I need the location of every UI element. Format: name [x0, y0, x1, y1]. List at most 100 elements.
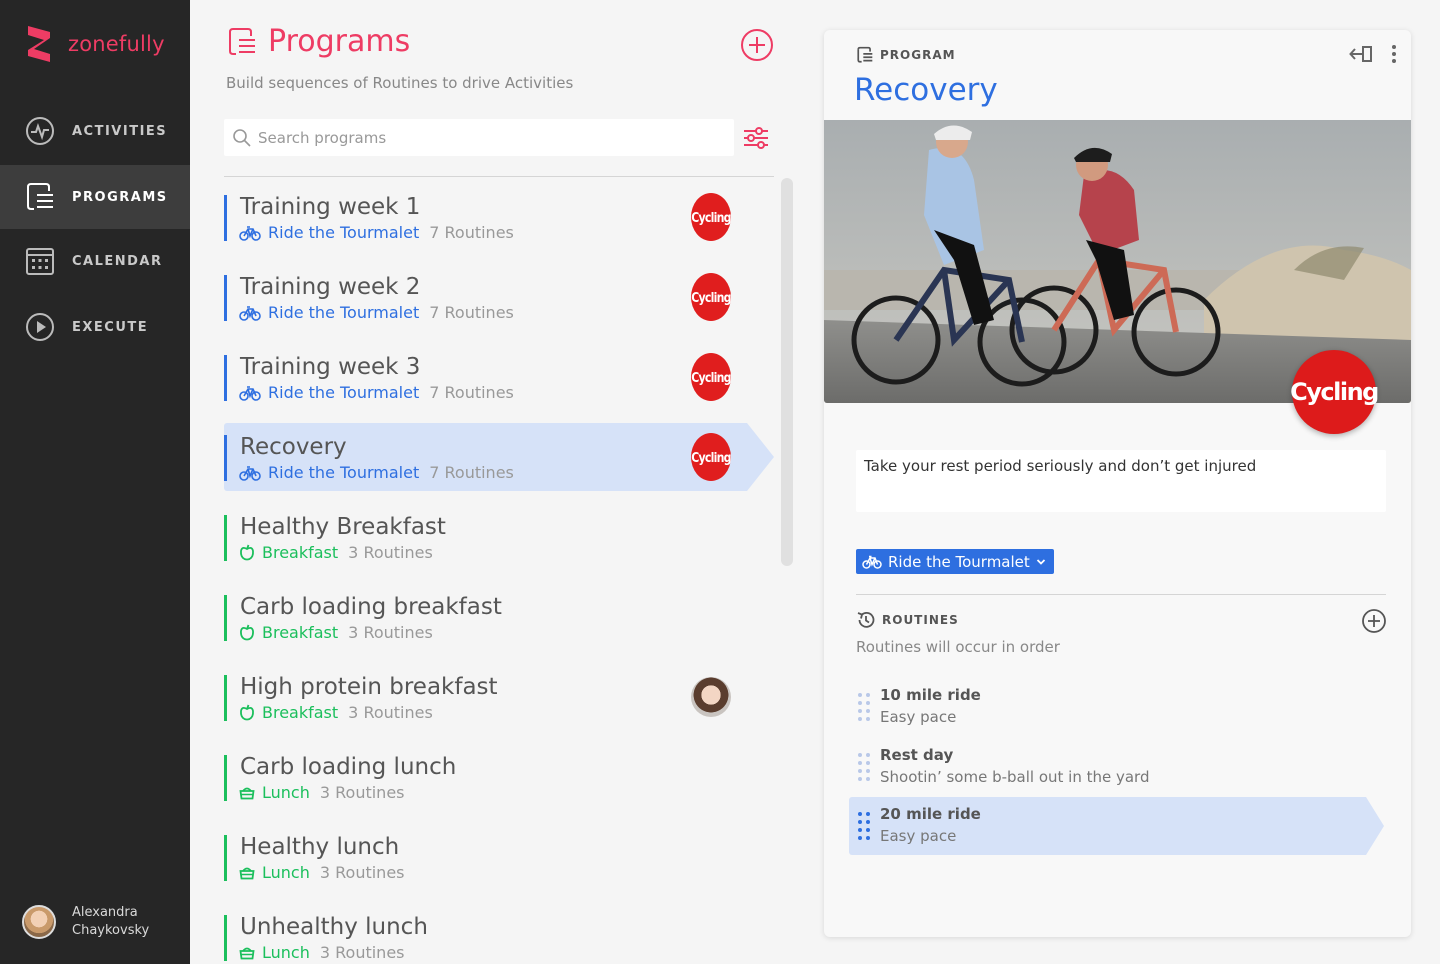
user-first-name: Alexandra	[72, 905, 138, 920]
routines-subtitle: Routines will occur in order	[856, 638, 1060, 656]
program-category[interactable]: Breakfast	[262, 703, 338, 722]
routine-count: 3 Routines	[319, 783, 405, 802]
program-list-item[interactable]: Unhealthy lunch Lunch 3 Routines	[224, 903, 774, 964]
cycling-logo-badge: Cycling	[1290, 350, 1379, 434]
program-name: Carb loading breakfast	[240, 594, 502, 620]
routine-count: 7 Routines	[429, 223, 514, 242]
more-options-icon[interactable]	[1391, 44, 1397, 64]
category-color-bar	[224, 515, 227, 561]
drag-handle-icon[interactable]	[857, 811, 871, 841]
search-input[interactable]	[258, 128, 718, 147]
category-color-bar	[224, 195, 227, 241]
program-meta: Ride the Tourmalet 7 Routines	[239, 303, 514, 322]
programs-panel: Programs Build sequences of Routines to …	[190, 0, 800, 964]
program-list-item[interactable]: High protein breakfast Breakfast 3 Routi…	[224, 663, 774, 743]
program-name: Training week 3	[240, 354, 421, 380]
program-description[interactable]: Take your rest period seriously and don’…	[856, 450, 1386, 512]
routine-description: Shootin’ some b-ball out in the yard	[880, 768, 1150, 786]
page-title: Programs	[268, 24, 411, 59]
routine-item[interactable]: 20 mile ride Easy pace	[849, 797, 1389, 855]
program-meta: Breakfast 3 Routines	[239, 543, 433, 562]
routine-count: 3 Routines	[348, 623, 433, 642]
routine-name: 20 mile ride	[880, 805, 981, 823]
program-category[interactable]: Lunch	[262, 863, 310, 882]
program-list-item[interactable]: Healthy lunch Lunch 3 Routines	[224, 823, 774, 903]
routine-count: 7 Routines	[429, 463, 514, 482]
program-name: Carb loading lunch	[240, 754, 457, 780]
program-category[interactable]: Lunch	[262, 783, 310, 802]
program-name: High protein breakfast	[240, 674, 498, 700]
drag-handle-icon[interactable]	[857, 692, 871, 722]
logo[interactable]: zonefully	[24, 22, 165, 66]
program-name: Healthy lunch	[240, 834, 400, 860]
routine-item[interactable]: Rest day Shootin’ some b-ball out in the…	[849, 738, 1389, 796]
filter-icon[interactable]	[742, 124, 770, 152]
nav-label: PROGRAMS	[72, 189, 168, 205]
routine-item[interactable]: 10 mile ride Easy pace	[849, 678, 1389, 736]
nav-label: ACTIVITIES	[72, 123, 168, 139]
program-category[interactable]: Ride the Tourmalet	[268, 223, 419, 242]
activity-icon	[24, 115, 56, 147]
detail-actions	[1349, 44, 1397, 64]
programs-icon	[857, 46, 873, 63]
apple-icon	[240, 704, 254, 721]
program-category[interactable]: Ride the Tourmalet	[268, 383, 419, 402]
routine-count: 7 Routines	[429, 303, 514, 322]
add-program-button[interactable]	[740, 28, 774, 62]
program-list-item[interactable]: Recovery Ride the Tourmalet 7 Routines C…	[224, 423, 774, 503]
nav-programs[interactable]: PROGRAMS	[0, 165, 190, 229]
program-meta: Lunch 3 Routines	[239, 943, 405, 962]
program-list-item[interactable]: Carb loading breakfast Breakfast 3 Routi…	[224, 583, 774, 663]
category-dropdown[interactable]: Ride the Tourmalet	[856, 549, 1054, 574]
program-list-item[interactable]: Training week 3 Ride the Tourmalet 7 Rou…	[224, 343, 774, 423]
bike-icon	[239, 385, 261, 401]
nav-label: CALENDAR	[72, 253, 163, 269]
routine-count: 7 Routines	[429, 383, 514, 402]
avatar	[691, 677, 731, 717]
page-header: Programs	[226, 24, 410, 59]
routines-header: ROUTINES	[856, 610, 959, 630]
programs-icon	[229, 27, 255, 55]
search-box	[224, 119, 734, 156]
add-routine-button[interactable]	[1361, 608, 1387, 634]
nav-execute[interactable]: EXECUTE	[0, 295, 190, 359]
cycling-logo-badge: Cycling	[691, 353, 732, 401]
program-category[interactable]: Ride the Tourmalet	[268, 303, 419, 322]
program-meta: Breakfast 3 Routines	[239, 623, 433, 642]
program-list-item[interactable]: Training week 1 Ride the Tourmalet 7 Rou…	[224, 183, 774, 263]
user-profile[interactable]: Alexandra Chaykovsky	[22, 904, 149, 940]
collapse-panel-icon[interactable]	[1349, 44, 1373, 64]
avatar	[22, 905, 56, 939]
program-list-item[interactable]: Healthy Breakfast Breakfast 3 Routines	[224, 503, 774, 583]
cycling-logo-badge: Cycling	[691, 273, 732, 321]
apple-icon	[240, 544, 254, 561]
program-category[interactable]: Lunch	[262, 943, 310, 962]
category-color-bar	[224, 835, 227, 881]
program-category[interactable]: Breakfast	[262, 623, 338, 642]
bike-icon	[862, 555, 882, 569]
routine-count: 3 Routines	[319, 863, 405, 882]
calendar-icon	[24, 245, 56, 277]
program-meta: Ride the Tourmalet 7 Routines	[239, 223, 514, 242]
divider	[856, 594, 1386, 595]
bike-icon	[239, 465, 261, 481]
lunch-box-icon	[239, 787, 255, 800]
lunch-box-icon	[239, 867, 255, 880]
program-list-item[interactable]: Carb loading lunch Lunch 3 Routines	[224, 743, 774, 823]
routine-name: Rest day	[880, 746, 954, 764]
program-category[interactable]: Ride the Tourmalet	[268, 463, 419, 482]
category-color-bar	[224, 915, 227, 961]
routines-title: ROUTINES	[882, 613, 959, 627]
program-category[interactable]: Breakfast	[262, 543, 338, 562]
program-meta: Breakfast 3 Routines	[239, 703, 433, 722]
program-name: Training week 2	[240, 274, 421, 300]
routine-count: 3 Routines	[348, 543, 433, 562]
program-name: Recovery	[240, 434, 347, 460]
history-icon	[857, 611, 875, 628]
bike-icon	[239, 305, 261, 321]
program-meta: Ride the Tourmalet 7 Routines	[239, 463, 514, 482]
nav-calendar[interactable]: CALENDAR	[0, 229, 190, 293]
drag-handle-icon[interactable]	[857, 752, 871, 782]
program-list-item[interactable]: Training week 2 Ride the Tourmalet 7 Rou…	[224, 263, 774, 343]
nav-activities[interactable]: ACTIVITIES	[0, 99, 190, 163]
